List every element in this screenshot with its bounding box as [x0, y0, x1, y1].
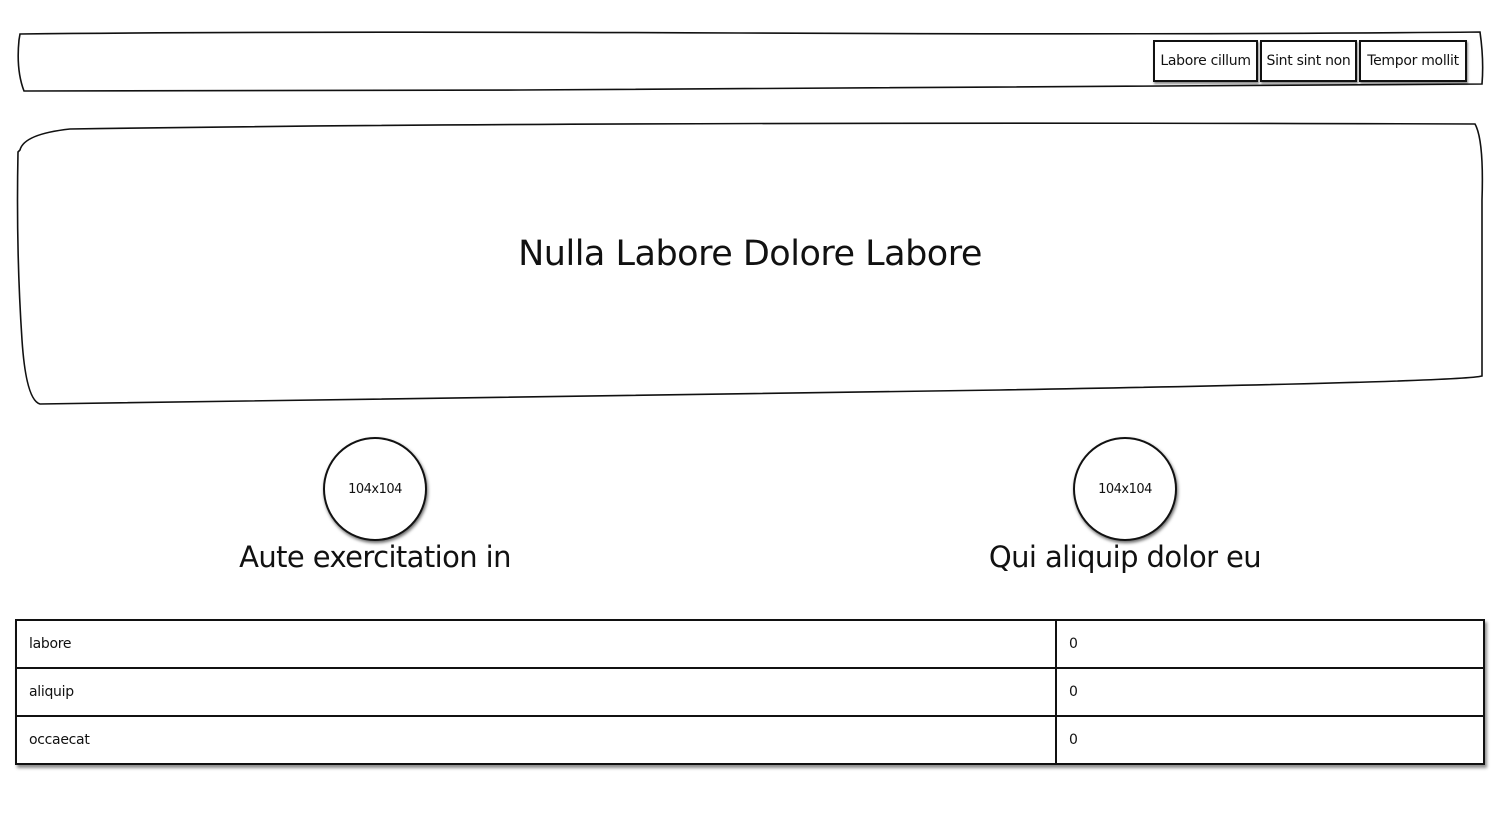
feature-title: Aute exercitation in	[239, 540, 511, 574]
table-cell-value: 0	[1055, 667, 1485, 717]
nav-link-labore-cillum[interactable]: Labore cillum	[1153, 40, 1258, 82]
table-row: aliquip 0	[15, 667, 1485, 717]
table-row: occaecat 0	[15, 715, 1485, 765]
data-table: labore 0 aliquip 0 occaecat 0	[15, 619, 1485, 765]
table-cell-value: 0	[1055, 619, 1485, 669]
feature-image-placeholder: 104x104	[1073, 437, 1177, 541]
table-cell-name: occaecat	[15, 715, 1057, 765]
hero-title: Nulla Labore Dolore Labore	[518, 234, 982, 274]
table-cell-name: labore	[15, 619, 1057, 669]
nav-link-sint-sint-non[interactable]: Sint sint non	[1260, 40, 1357, 82]
table-cell-name: aliquip	[15, 667, 1057, 717]
table-cell-value: 0	[1055, 715, 1485, 765]
feature-title: Qui aliquip dolor eu	[988, 540, 1262, 574]
nav-link-tempor-mollit[interactable]: Tempor mollit	[1359, 40, 1467, 82]
feature-image-placeholder: 104x104	[323, 437, 427, 541]
table-row: labore 0	[15, 619, 1485, 669]
top-nav: Labore cillum Sint sint non Tempor molli…	[1153, 40, 1467, 82]
